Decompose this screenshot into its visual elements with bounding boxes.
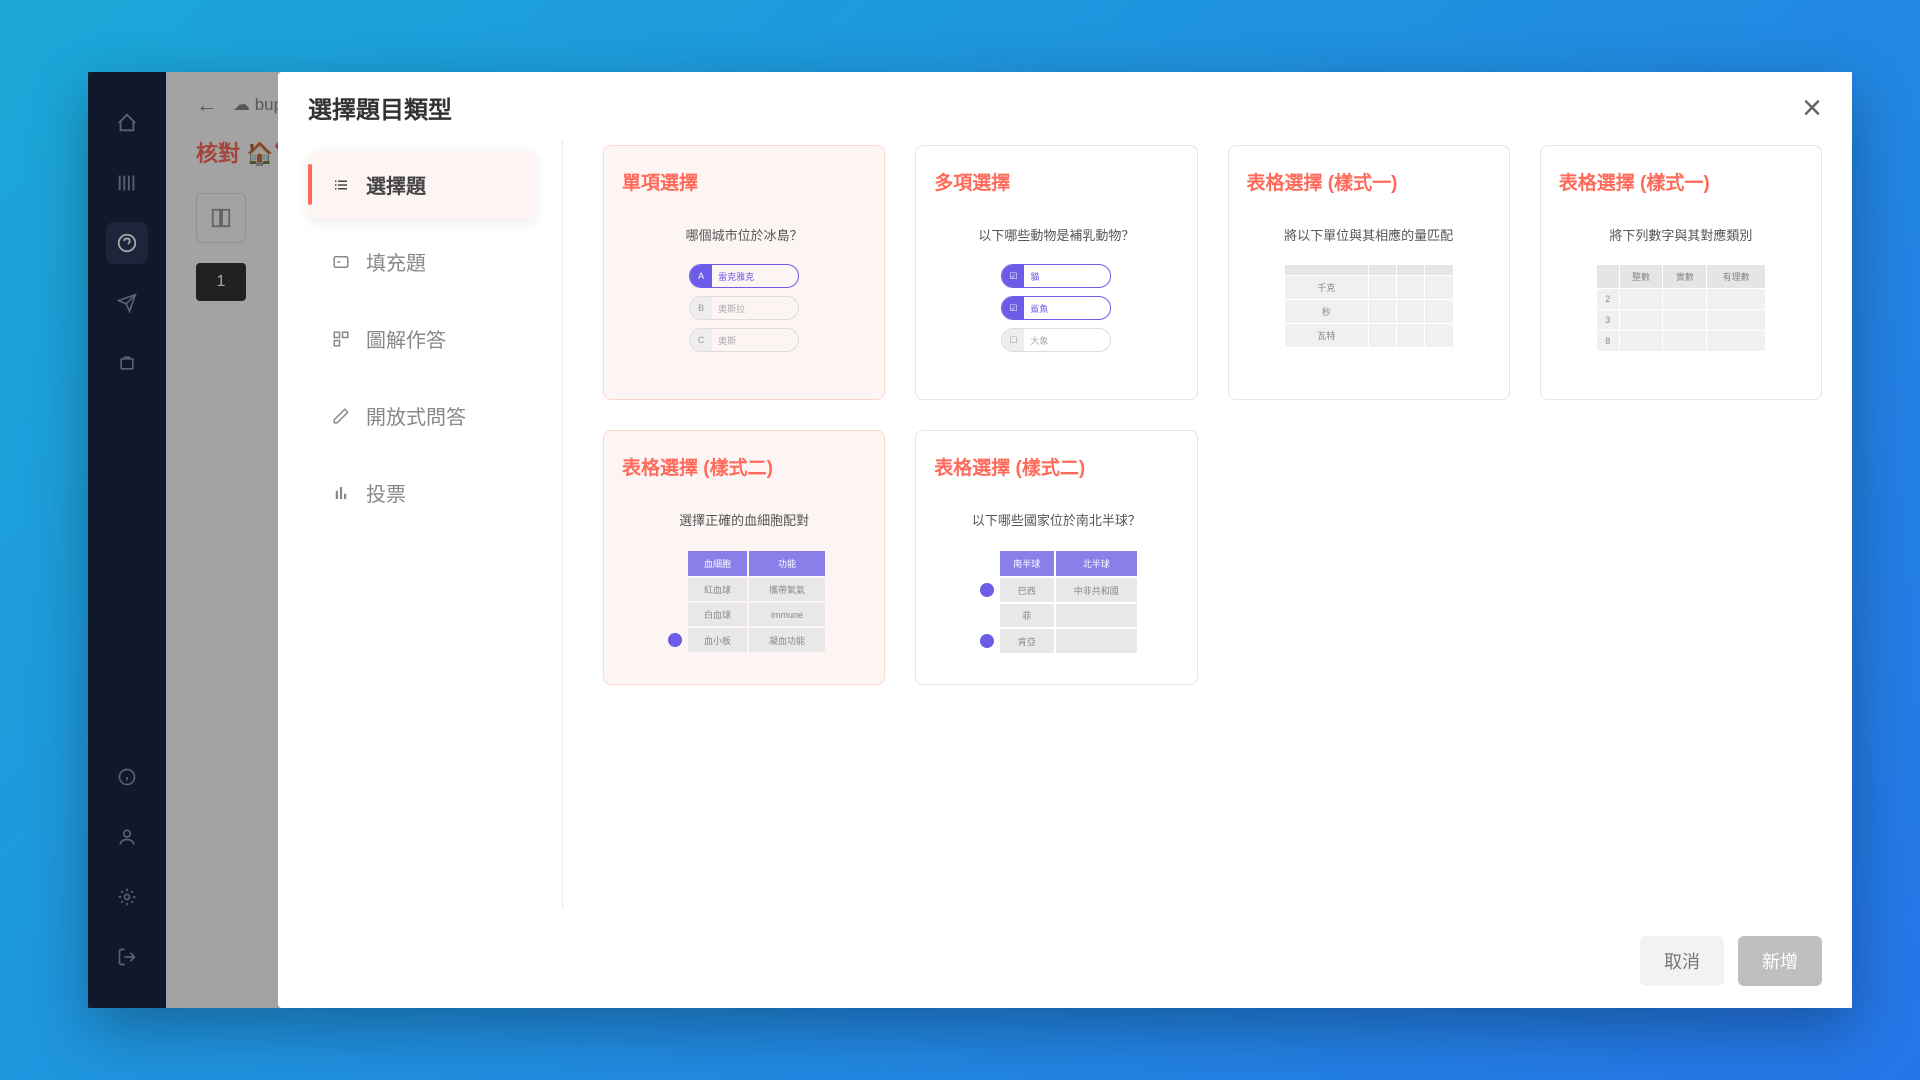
card-title: 表格選擇 (樣式一) [1559, 168, 1803, 195]
card-table-style1b[interactable]: 表格選擇 (樣式一) 將下列數字與其對應類別 整數實數有理數 2 3 8 [1540, 145, 1822, 400]
diagram-icon [330, 328, 352, 350]
modal-title: 選擇題目類型 [308, 90, 452, 125]
fill-icon [330, 251, 352, 273]
card-preview: 哪個城市位於冰島？ A雷克雅克 B奧斯拉 C奧斯 [622, 225, 866, 377]
category-choice[interactable]: 選擇題 [308, 150, 537, 219]
card-preview: 以下哪些動物是補乳動物？ ☑貓 ☑鯊魚 ☐大象 [934, 225, 1178, 377]
confirm-button[interactable]: 新增 [1738, 936, 1822, 986]
category-label: 投票 [366, 478, 406, 507]
category-sidebar: 選擇題 填充題 圖解作答 [308, 140, 563, 909]
category-poll[interactable]: 投票 [308, 458, 537, 527]
card-title: 多項選擇 [934, 168, 1178, 195]
category-label: 填充題 [366, 247, 426, 276]
card-title: 表格選擇 (樣式二) [622, 453, 866, 480]
category-label: 選擇題 [366, 170, 426, 199]
card-preview: 以下哪些國家位於南北半球？ 南半球北半球 巴西中非共和國 菲 肯亞 [934, 510, 1178, 662]
card-table-style2a[interactable]: 表格選擇 (樣式二) 選擇正確的血細胞配對 血細胞功能 紅血球攜帶氧氣 白血球i… [603, 430, 885, 685]
card-table-style1a[interactable]: 表格選擇 (樣式一) 將以下單位與其相應的量匹配 千克 秒 瓦特 [1228, 145, 1510, 400]
close-icon[interactable]: × [1802, 91, 1822, 125]
card-single-choice[interactable]: 單項選擇 哪個城市位於冰島？ A雷克雅克 B奧斯拉 C奧斯 [603, 145, 885, 400]
card-table-style2b[interactable]: 表格選擇 (樣式二) 以下哪些國家位於南北半球？ 南半球北半球 巴西中非共和國 … [915, 430, 1197, 685]
modal-footer: 取消 新增 [278, 914, 1852, 1008]
card-preview: 將下列數字與其對應類別 整數實數有理數 2 3 8 [1559, 225, 1803, 377]
poll-icon [330, 482, 352, 504]
card-multi-choice[interactable]: 多項選擇 以下哪些動物是補乳動物？ ☑貓 ☑鯊魚 ☐大象 [915, 145, 1197, 400]
cards-grid: 單項選擇 哪個城市位於冰島？ A雷克雅克 B奧斯拉 C奧斯 多項選擇 以下哪些動… [563, 140, 1822, 909]
category-label: 圖解作答 [366, 324, 446, 353]
card-preview: 選擇正確的血細胞配對 血細胞功能 紅血球攜帶氧氣 白血球immune 血小板凝血… [622, 510, 866, 662]
card-preview: 將以下單位與其相應的量匹配 千克 秒 瓦特 [1247, 225, 1491, 377]
pen-icon [330, 405, 352, 427]
card-title: 表格選擇 (樣式一) [1247, 168, 1491, 195]
cancel-button[interactable]: 取消 [1640, 936, 1724, 986]
category-open[interactable]: 開放式問答 [308, 381, 537, 450]
card-title: 表格選擇 (樣式二) [934, 453, 1178, 480]
choice-icon [330, 174, 352, 196]
category-diagram[interactable]: 圖解作答 [308, 304, 537, 373]
category-fill[interactable]: 填充題 [308, 227, 537, 296]
modal-overlay[interactable]: 選擇題目類型 × 選擇題 填充題 [88, 72, 1852, 1008]
question-type-modal: 選擇題目類型 × 選擇題 填充題 [278, 72, 1852, 1008]
card-title: 單項選擇 [622, 168, 866, 195]
category-label: 開放式問答 [366, 401, 466, 430]
